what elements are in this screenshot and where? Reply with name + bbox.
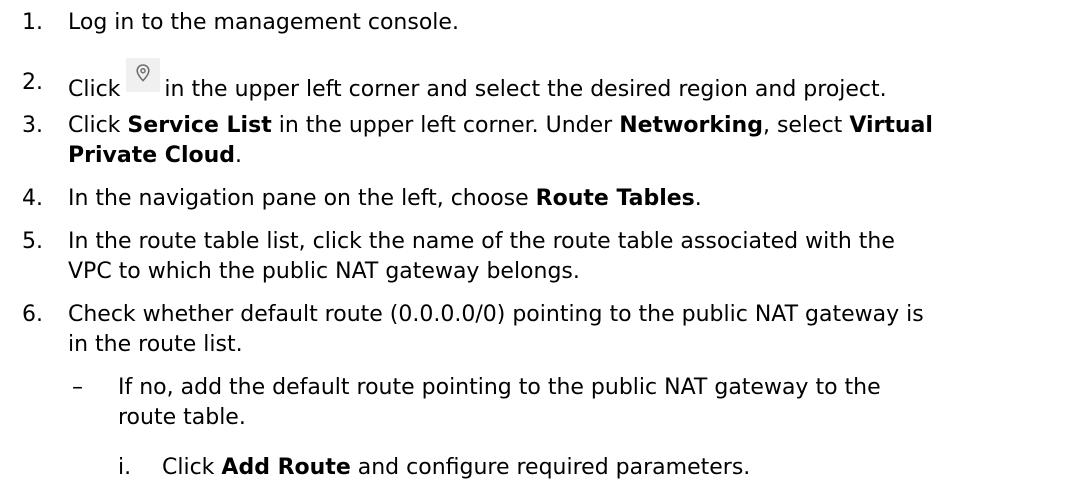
sub-step-if-no: – If no, add the default route pointing … bbox=[0, 373, 1067, 403]
ui-term-private-cloud: Private Cloud bbox=[68, 143, 236, 168]
ui-term-virtual: Virtual bbox=[849, 113, 933, 138]
step-text-line-1: In the route table list, click the name … bbox=[68, 229, 895, 254]
step-6: 6. Check whether default route (0.0.0.0/… bbox=[0, 300, 1067, 330]
step-text-line-2: VPC to which the public NAT gateway belo… bbox=[68, 259, 580, 284]
ui-term-add-route: Add Route bbox=[221, 455, 351, 480]
text-segment: and configure required parameters. bbox=[350, 455, 751, 480]
step-number: 1. bbox=[22, 10, 43, 35]
step-text-line-1: Click Service List in the upper left cor… bbox=[68, 111, 933, 141]
text-segment: Click bbox=[68, 113, 128, 138]
roman-number: i. bbox=[118, 455, 132, 480]
sub-step-if-no-continued: route table. bbox=[0, 403, 1067, 433]
text-segment: In the navigation pane on the left, choo… bbox=[68, 186, 536, 211]
step-1: 1. Log in to the management console. bbox=[0, 8, 1067, 38]
sub-step-text-line-2: route table. bbox=[118, 405, 246, 430]
step-text-pre: Click bbox=[68, 77, 121, 102]
step-5: 5. In the route table list, click the na… bbox=[0, 227, 1067, 257]
step-number: 2. bbox=[22, 70, 43, 95]
step-text: Log in to the management console. bbox=[68, 10, 459, 35]
text-segment: . bbox=[235, 143, 243, 168]
step-text-line-2: in the route list. bbox=[68, 332, 243, 357]
step-3: 3. Click Service List in the upper left … bbox=[0, 111, 1067, 141]
text-segment: . bbox=[694, 186, 702, 211]
step-text-line-1: Check whether default route (0.0.0.0/0) … bbox=[68, 302, 924, 327]
dash-bullet: – bbox=[72, 375, 83, 400]
step-text: Click in the upper left corner and select… bbox=[68, 58, 887, 105]
step-4: 4. In the navigation pane on the left, c… bbox=[0, 184, 1067, 214]
ui-term-networking: Networking bbox=[619, 113, 763, 138]
ui-term-route-tables: Route Tables bbox=[535, 186, 695, 211]
text-segment: Click bbox=[162, 455, 222, 480]
step-number: 5. bbox=[22, 229, 43, 254]
ui-term-service-list: Service List bbox=[127, 113, 272, 138]
step-number: 3. bbox=[22, 113, 43, 138]
step-text: In the navigation pane on the left, choo… bbox=[68, 184, 702, 214]
step-number: 4. bbox=[22, 186, 43, 211]
sub-sub-step-text: Click Add Route and configure required p… bbox=[162, 453, 750, 483]
sub-step-text-line-1: If no, add the default route pointing to… bbox=[118, 375, 881, 400]
sub-sub-step-i: i. Click Add Route and configure require… bbox=[0, 453, 1067, 483]
step-6-continued: in the route list. bbox=[0, 330, 1067, 360]
text-segment: in the upper left corner. Under bbox=[271, 113, 620, 138]
step-5-continued: VPC to which the public NAT gateway belo… bbox=[0, 257, 1067, 287]
procedure-document: 1. Log in to the management console. 2. … bbox=[0, 0, 1067, 500]
step-text-post: in the upper left corner and select the … bbox=[164, 77, 887, 102]
location-pin-icon bbox=[126, 58, 161, 92]
step-text-line-2: Private Cloud. bbox=[68, 141, 242, 171]
step-number: 6. bbox=[22, 302, 43, 327]
step-3-continued: Private Cloud. bbox=[0, 141, 1067, 171]
text-segment: , select bbox=[762, 113, 850, 138]
step-2: 2. Click in the upper left corner and sel… bbox=[0, 58, 1067, 102]
